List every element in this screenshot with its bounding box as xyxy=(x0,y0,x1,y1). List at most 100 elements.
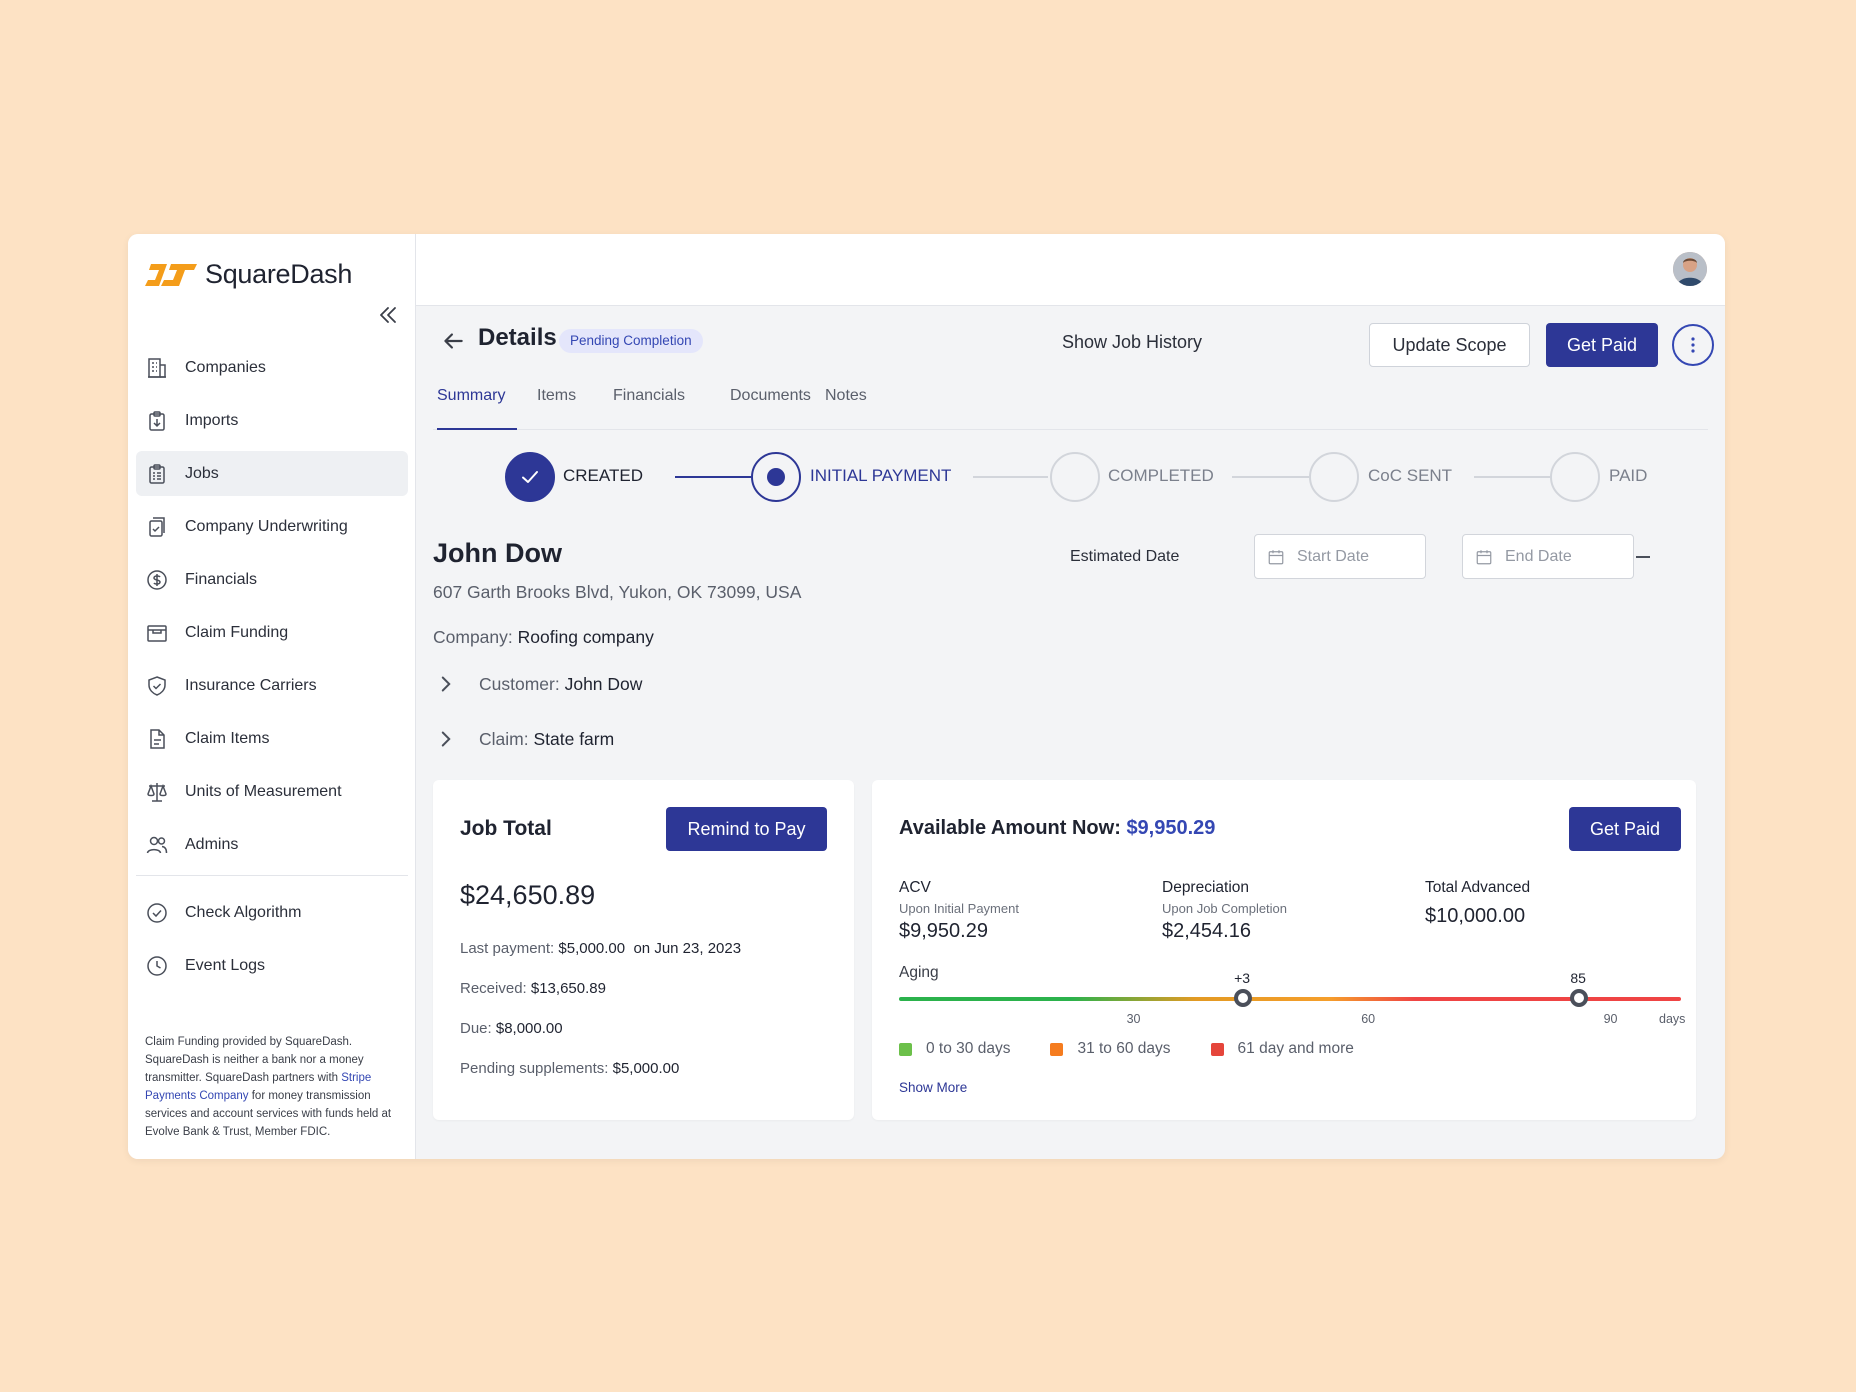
progress-stepper: CREATED INITIAL PAYMENT COMPLETED CoC SE… xyxy=(416,450,1716,502)
sidebar-nav: Companies Imports Jobs Company Underwrit… xyxy=(136,345,408,996)
customer-label: Customer: xyxy=(479,673,560,694)
company-label: Company: xyxy=(433,627,513,647)
acv-heading: ACV xyxy=(899,879,931,896)
start-date-field[interactable] xyxy=(1254,534,1426,579)
back-arrow-icon[interactable] xyxy=(440,328,466,354)
received-row: Received: $13,650.89 xyxy=(460,980,606,997)
sidebar-item-financials[interactable]: Financials xyxy=(136,557,408,602)
step-initial-payment-circle xyxy=(751,452,801,502)
job-total-title: Job Total xyxy=(460,817,552,840)
current-step-dot xyxy=(767,468,785,486)
sidebar-item-event-logs[interactable]: Event Logs xyxy=(136,943,408,988)
aging-marker-label: +3 xyxy=(1234,970,1251,986)
tab-items[interactable]: Items xyxy=(537,376,576,430)
step-connector xyxy=(675,476,751,478)
tab-documents[interactable]: Documents xyxy=(730,376,811,430)
sidebar-item-units-of-measurement[interactable]: Units of Measurement xyxy=(136,769,408,814)
claim-expander[interactable]: Claim: State farm xyxy=(433,726,614,752)
legend-swatch-orange xyxy=(1050,1042,1064,1056)
end-date-input[interactable] xyxy=(1505,547,1625,566)
sidebar: SquareDash Companies Imports Jobs Compan… xyxy=(128,234,416,1159)
received-label: Received: xyxy=(460,980,527,997)
total-advanced-value: $10,000.00 xyxy=(1425,905,1526,927)
pending-supplements-row: Pending supplements: $5,000.00 xyxy=(460,1060,679,1077)
more-options-button[interactable] xyxy=(1672,324,1714,366)
remind-to-pay-button[interactable]: Remind to Pay xyxy=(666,807,827,851)
depreciation-heading: Depreciation xyxy=(1162,879,1250,896)
aging-tick-label: 60 xyxy=(1361,1012,1376,1026)
tab-financials[interactable]: Financials xyxy=(613,376,685,430)
sidebar-item-label: Jobs xyxy=(185,464,219,482)
step-initial-payment-label: INITIAL PAYMENT xyxy=(810,466,952,485)
scale-icon xyxy=(144,779,170,805)
calendar-icon xyxy=(1268,549,1284,564)
disclaimer-text: Claim Funding provided by SquareDash. Sq… xyxy=(145,1036,364,1084)
sidebar-item-insurance-carriers[interactable]: Insurance Carriers xyxy=(136,663,408,708)
aging-days-label: days xyxy=(1659,1012,1686,1026)
brand-logo[interactable]: SquareDash xyxy=(145,256,352,292)
main-content: Details Pending Completion Show Job Hist… xyxy=(416,306,1725,1159)
aging-label: Aging xyxy=(899,964,939,981)
acv-value: $9,950.29 xyxy=(899,920,988,942)
customer-expander[interactable]: Customer: John Dow xyxy=(433,671,642,697)
tab-bar: Summary Items Financials Documents Notes xyxy=(433,376,1708,430)
user-avatar[interactable] xyxy=(1673,252,1707,286)
sidebar-item-jobs[interactable]: Jobs xyxy=(136,451,408,496)
calendar-icon xyxy=(1476,549,1492,564)
sidebar-item-claim-funding[interactable]: Claim Funding xyxy=(136,610,408,655)
get-paid-card-button[interactable]: Get Paid xyxy=(1569,807,1681,851)
sidebar-item-companies[interactable]: Companies xyxy=(136,345,408,390)
step-connector xyxy=(1474,476,1550,478)
show-job-history-button[interactable]: Show Job History xyxy=(1062,332,1202,353)
sidebar-item-label: Units of Measurement xyxy=(185,782,342,800)
pending-supplements-label: Pending supplements: xyxy=(460,1060,609,1077)
archive-box-icon xyxy=(144,620,170,646)
brand-name: SquareDash xyxy=(205,258,353,289)
legend-swatch-green xyxy=(899,1042,912,1056)
step-created-label: CREATED xyxy=(563,466,643,485)
update-scope-button[interactable]: Update Scope xyxy=(1369,323,1530,367)
depreciation-stat: Depreciation Upon Job Completion $2,454.… xyxy=(1162,879,1287,943)
show-more-link[interactable]: Show More xyxy=(899,1080,967,1095)
aging-tick-label: 90 xyxy=(1603,1012,1618,1026)
legend-item-0-30: 0 to 30 days xyxy=(899,1040,1010,1058)
status-badge: Pending Completion xyxy=(559,329,703,353)
get-paid-button[interactable]: Get Paid xyxy=(1546,323,1658,367)
aging-marker-handle[interactable] xyxy=(1234,989,1253,1007)
sidebar-item-label: Companies xyxy=(185,358,266,376)
depreciation-subtext: Upon Job Completion xyxy=(1162,901,1288,916)
legend-item-31-60: 31 to 60 days xyxy=(1050,1040,1171,1058)
customer-value: John Dow xyxy=(564,673,643,694)
tab-summary[interactable]: Summary xyxy=(437,376,517,430)
sidebar-item-admins[interactable]: Admins xyxy=(136,822,408,867)
sidebar-item-company-underwriting[interactable]: Company Underwriting xyxy=(136,504,408,549)
aging-tick-label: 30 xyxy=(1126,1012,1141,1026)
legend-label: 31 to 60 days xyxy=(1077,1040,1171,1057)
dollar-circle-icon xyxy=(144,567,170,593)
company-line: Company: Roofing company xyxy=(433,627,654,648)
clipboard-import-icon xyxy=(144,408,170,434)
sidebar-item-claim-items[interactable]: Claim Items xyxy=(136,716,408,761)
job-total-card: Job Total Remind to Pay $24,650.89 Last … xyxy=(433,780,854,1120)
sidebar-item-label: Admins xyxy=(185,835,239,853)
end-date-field[interactable] xyxy=(1462,534,1634,579)
start-date-input[interactable] xyxy=(1297,547,1417,566)
tab-notes[interactable]: Notes xyxy=(825,376,867,430)
available-amount-title: Available Amount Now: $9,950.29 xyxy=(899,817,1215,840)
company-value: Roofing company xyxy=(517,627,654,647)
chevron-right-icon xyxy=(441,676,451,692)
sidebar-item-check-algorithm[interactable]: Check Algorithm xyxy=(136,890,408,935)
sidebar-item-label: Insurance Carriers xyxy=(185,676,317,694)
aging-marker-handle[interactable] xyxy=(1570,989,1589,1007)
total-advanced-heading: Total Advanced xyxy=(1425,879,1531,896)
job-total-amount: $24,650.89 xyxy=(460,880,596,910)
collapse-sidebar-icon[interactable] xyxy=(376,303,400,327)
step-created-circle xyxy=(505,452,555,502)
step-paid-label: PAID xyxy=(1609,466,1648,485)
pending-supplements-value: $5,000.00 xyxy=(612,1060,680,1077)
clock-icon xyxy=(144,953,170,979)
aging-legend: 0 to 30 days 31 to 60 days 61 day and mo… xyxy=(899,1040,1394,1058)
legal-disclaimer: Claim Funding provided by SquareDash. Sq… xyxy=(145,1033,403,1141)
total-advanced-stat: Total Advanced $10,000.00 xyxy=(1425,879,1530,928)
sidebar-item-imports[interactable]: Imports xyxy=(136,398,408,443)
